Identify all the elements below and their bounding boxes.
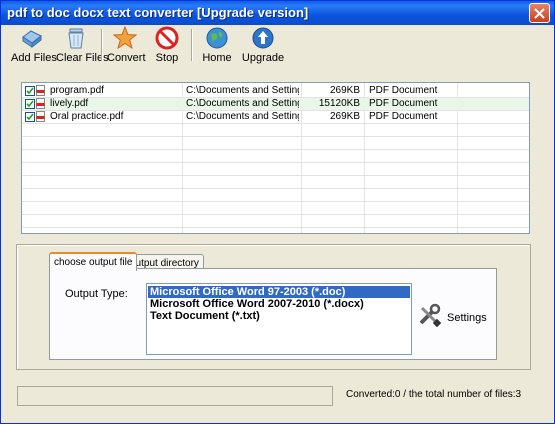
file-type: PDF Document: [369, 111, 438, 122]
empty-row: [22, 124, 529, 137]
table-row[interactable]: lively.pdf C:\Documents and Setting... 1…: [22, 98, 529, 111]
upgrade-label: Upgrade: [241, 52, 285, 64]
stop-icon: [155, 26, 179, 50]
empty-row: [22, 163, 529, 176]
pdf-file-icon: [36, 111, 45, 122]
empty-row: [22, 202, 529, 215]
file-path: C:\Documents and Setting...: [186, 85, 299, 96]
empty-row: [22, 176, 529, 189]
file-size: 269KB: [329, 111, 360, 122]
home-button[interactable]: Home: [201, 25, 233, 65]
home-label: Home: [202, 52, 232, 64]
add-files-button[interactable]: Add Files: [11, 25, 57, 65]
progress-bar: [17, 386, 333, 406]
file-checkbox[interactable]: [25, 99, 35, 109]
tab-label: choose output file: [54, 257, 133, 268]
file-name: Oral practice.pdf: [50, 111, 124, 122]
stop-label: Stop: [155, 52, 179, 64]
checkmark-icon: [26, 100, 34, 108]
convert-label: Convert: [107, 52, 146, 64]
empty-row: [22, 189, 529, 202]
file-path: C:\Documents and Setting...: [186, 98, 299, 109]
file-size: 269KB: [329, 85, 360, 96]
pdf-file-icon: [36, 98, 45, 109]
file-checkbox[interactable]: [25, 86, 35, 96]
globe-icon: [206, 27, 228, 49]
output-option-docx[interactable]: Microsoft Office Word 2007-2010 (*.docx): [148, 298, 410, 310]
checkmark-icon: [26, 113, 34, 121]
stop-button[interactable]: Stop: [151, 25, 183, 65]
output-option-doc[interactable]: Microsoft Office Word 97-2003 (*.doc): [148, 286, 410, 298]
table-row[interactable]: program.pdf C:\Documents and Setting... …: [22, 85, 529, 98]
add-files-label: Add Files: [11, 52, 57, 64]
settings-button[interactable]: Settings: [417, 303, 487, 333]
window-title: pdf to doc docx text converter [Upgrade …: [7, 5, 309, 20]
output-type-list[interactable]: Microsoft Office Word 97-2003 (*.doc) Mi…: [146, 283, 412, 355]
upgrade-icon: [252, 27, 274, 49]
star-icon: [113, 26, 137, 50]
tools-icon: [419, 303, 442, 328]
clear-files-label: Clear Files: [56, 52, 109, 64]
clear-files-button[interactable]: Clear Files: [56, 25, 109, 65]
file-size: 15120KB: [318, 98, 360, 109]
empty-row: [22, 150, 529, 163]
upgrade-button[interactable]: Upgrade: [241, 25, 285, 65]
add-files-icon: [22, 30, 42, 49]
tab-choose-output-file[interactable]: choose output file: [49, 252, 138, 271]
table-row[interactable]: Oral practice.pdf C:\Documents and Setti…: [22, 111, 529, 124]
empty-row: [22, 137, 529, 150]
toolbar-separator: [101, 29, 103, 61]
file-path: C:\Documents and Setting...: [186, 111, 299, 122]
file-type: PDF Document: [369, 98, 438, 109]
empty-row: [22, 215, 529, 228]
pdf-file-icon: [36, 85, 45, 96]
output-option-txt[interactable]: Text Document (*.txt): [148, 310, 410, 322]
file-type: PDF Document: [369, 85, 438, 96]
settings-label: Settings: [447, 312, 487, 324]
title-bar[interactable]: pdf to doc docx text converter [Upgrade …: [1, 1, 554, 25]
convert-button[interactable]: Convert: [107, 25, 146, 65]
app-window: pdf to doc docx text converter [Upgrade …: [0, 0, 555, 424]
conversion-status: Converted:0 / the total number of files:…: [346, 389, 522, 400]
close-button[interactable]: [529, 3, 550, 23]
toolbar: Add Files Clear Files Convert Stop Home …: [1, 25, 554, 65]
file-checkbox[interactable]: [25, 112, 35, 122]
output-type-label: Output Type:: [65, 288, 128, 300]
file-name: program.pdf: [50, 85, 104, 96]
file-list[interactable]: program.pdf C:\Documents and Setting... …: [21, 82, 530, 234]
trash-icon: [68, 28, 84, 49]
file-name: lively.pdf: [50, 98, 89, 109]
checkmark-icon: [26, 87, 34, 95]
close-icon: [534, 8, 545, 19]
toolbar-separator: [191, 29, 193, 61]
